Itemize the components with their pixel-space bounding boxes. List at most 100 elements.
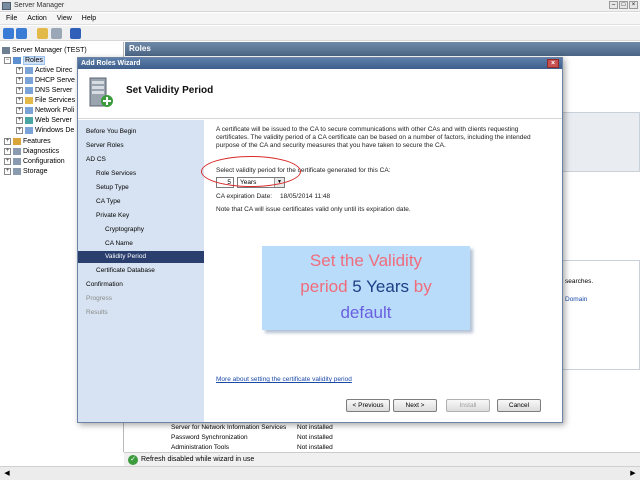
expand-icon[interactable]: + xyxy=(4,137,11,145)
callout-line: Set the Validity xyxy=(309,251,423,270)
horizontal-scrollbar[interactable]: ◀ ▶ xyxy=(0,466,640,480)
dialog-close-button[interactable]: × xyxy=(547,59,559,68)
nav-validity-period[interactable]: Validity Period xyxy=(78,251,204,263)
server-icon xyxy=(2,46,10,54)
expand-icon[interactable]: + xyxy=(4,147,11,155)
back-icon[interactable] xyxy=(3,28,14,39)
title-bar: Server Manager – □ × xyxy=(0,0,640,12)
tree-role-item[interactable]: + File Services xyxy=(16,95,75,105)
expiration-note: Note that CA will issue certificates val… xyxy=(216,206,411,213)
tree-role-item[interactable]: + Web Server xyxy=(16,115,72,125)
dialog-title: Add Roles Wizard × xyxy=(78,58,562,69)
previous-button[interactable]: < Previous xyxy=(346,399,390,412)
dialog-heading: Set Validity Period xyxy=(126,85,214,96)
nav-server-roles[interactable]: Server Roles xyxy=(78,140,204,152)
menu-view[interactable]: View xyxy=(57,13,72,24)
expand-icon[interactable]: + xyxy=(16,116,23,124)
nav-progress: Progress xyxy=(86,295,113,302)
role-service-name: Administration Tools xyxy=(171,444,230,451)
role-icon xyxy=(25,86,33,94)
install-button: Install xyxy=(446,399,490,412)
help-icon[interactable] xyxy=(70,28,81,39)
tree-role-item[interactable]: + Windows De xyxy=(16,125,74,135)
features-icon xyxy=(13,137,21,145)
menu-file[interactable]: File xyxy=(6,13,17,24)
tree-role-item[interactable]: + DHCP Serve xyxy=(16,75,75,85)
tree-storage[interactable]: + Storage xyxy=(4,166,48,176)
forward-icon[interactable] xyxy=(16,28,27,39)
role-service-name: Server for Network Information Services xyxy=(171,424,287,431)
tree-role-item[interactable]: + Network Poli xyxy=(16,105,74,115)
configuration-icon xyxy=(13,157,21,165)
expand-icon[interactable]: + xyxy=(16,106,23,114)
window-controls: – □ × xyxy=(609,1,638,9)
role-service-status: Not installed xyxy=(297,444,333,451)
callout-line: period 5 Years by xyxy=(300,277,432,296)
scroll-right-icon[interactable]: ▶ xyxy=(628,469,638,479)
expiration-line: CA expiration Date: 18/05/2014 11:48 xyxy=(216,193,330,200)
wizard-nav: Before You Begin Server Roles AD CS Role… xyxy=(78,120,204,422)
tree-configuration[interactable]: + Configuration xyxy=(4,156,65,166)
nav-ca-type[interactable]: CA Type xyxy=(78,196,204,208)
expand-icon[interactable]: + xyxy=(16,126,23,134)
menu-action[interactable]: Action xyxy=(27,13,46,24)
nav-cryptography[interactable]: Cryptography xyxy=(78,224,204,236)
up-folder-icon[interactable] xyxy=(37,28,48,39)
tree-root[interactable]: Server Manager (TEST) xyxy=(2,45,87,55)
expand-icon[interactable]: + xyxy=(16,76,23,84)
storage-icon xyxy=(13,167,21,175)
nav-before-you-begin[interactable]: Before You Begin xyxy=(78,126,204,138)
annotation-callout: Set the Validity period 5 Years by defau… xyxy=(262,246,470,330)
expand-icon[interactable]: + xyxy=(16,66,23,74)
expand-icon[interactable]: + xyxy=(16,86,23,94)
expand-icon[interactable]: + xyxy=(16,96,23,104)
tree-roles[interactable]: − Roles xyxy=(4,55,45,65)
nav-certificate-database[interactable]: Certificate Database xyxy=(78,265,204,277)
dialog-header: Set Validity Period xyxy=(78,69,562,119)
next-button[interactable]: Next > xyxy=(393,399,437,412)
maximize-button[interactable]: □ xyxy=(619,1,628,9)
role-icon xyxy=(25,126,33,134)
expiration-label: CA expiration Date: xyxy=(216,193,273,200)
nav-setup-type[interactable]: Setup Type xyxy=(78,182,204,194)
results-header: Roles xyxy=(125,42,640,56)
tree-role-item[interactable]: + Active Direc xyxy=(16,65,72,75)
role-service-name: Password Synchronization xyxy=(171,434,248,441)
collapse-icon[interactable]: − xyxy=(4,56,11,64)
minimize-button[interactable]: – xyxy=(609,1,618,9)
status-bar: ✓ Refresh disabled while wizard in use xyxy=(124,452,640,466)
nav-role-services[interactable]: Role Services xyxy=(78,168,204,180)
server-add-icon xyxy=(89,77,113,107)
domain-link[interactable]: Domain xyxy=(565,296,587,303)
more-info-link[interactable]: More about setting the certificate valid… xyxy=(216,376,352,383)
expiration-date: 18/05/2014 11:48 xyxy=(280,193,331,200)
highlight-ellipse xyxy=(201,156,301,187)
expand-icon[interactable]: + xyxy=(4,157,11,165)
role-icon xyxy=(25,66,33,74)
menu-help[interactable]: Help xyxy=(82,13,96,24)
refresh-status-icon: ✓ xyxy=(128,455,138,465)
toolbar xyxy=(0,26,640,41)
callout-line: default xyxy=(340,303,392,322)
show-hide-tree-icon[interactable] xyxy=(51,28,62,39)
role-icon xyxy=(25,76,33,84)
nav-ad-cs[interactable]: AD CS xyxy=(78,154,204,166)
status-text: Refresh disabled while wizard in use xyxy=(141,456,255,463)
nav-results: Results xyxy=(86,309,108,316)
cancel-button[interactable]: Cancel xyxy=(497,399,541,412)
tree-features[interactable]: + Features xyxy=(4,136,51,146)
background-text: searches. xyxy=(565,278,594,285)
background-panel xyxy=(561,112,640,172)
menu-bar: File Action View Help xyxy=(0,13,640,25)
nav-ca-name[interactable]: CA Name xyxy=(78,238,204,250)
tree-diagnostics[interactable]: + Diagnostics xyxy=(4,146,59,156)
close-button[interactable]: × xyxy=(629,1,638,9)
role-icon xyxy=(25,106,33,114)
diagnostics-icon xyxy=(13,147,21,155)
window-title: Server Manager xyxy=(14,2,65,9)
tree-role-item[interactable]: + DNS Server xyxy=(16,85,72,95)
nav-private-key[interactable]: Private Key xyxy=(78,210,204,222)
expand-icon[interactable]: + xyxy=(4,167,11,175)
nav-confirmation[interactable]: Confirmation xyxy=(78,279,204,291)
scroll-left-icon[interactable]: ◀ xyxy=(2,469,12,479)
